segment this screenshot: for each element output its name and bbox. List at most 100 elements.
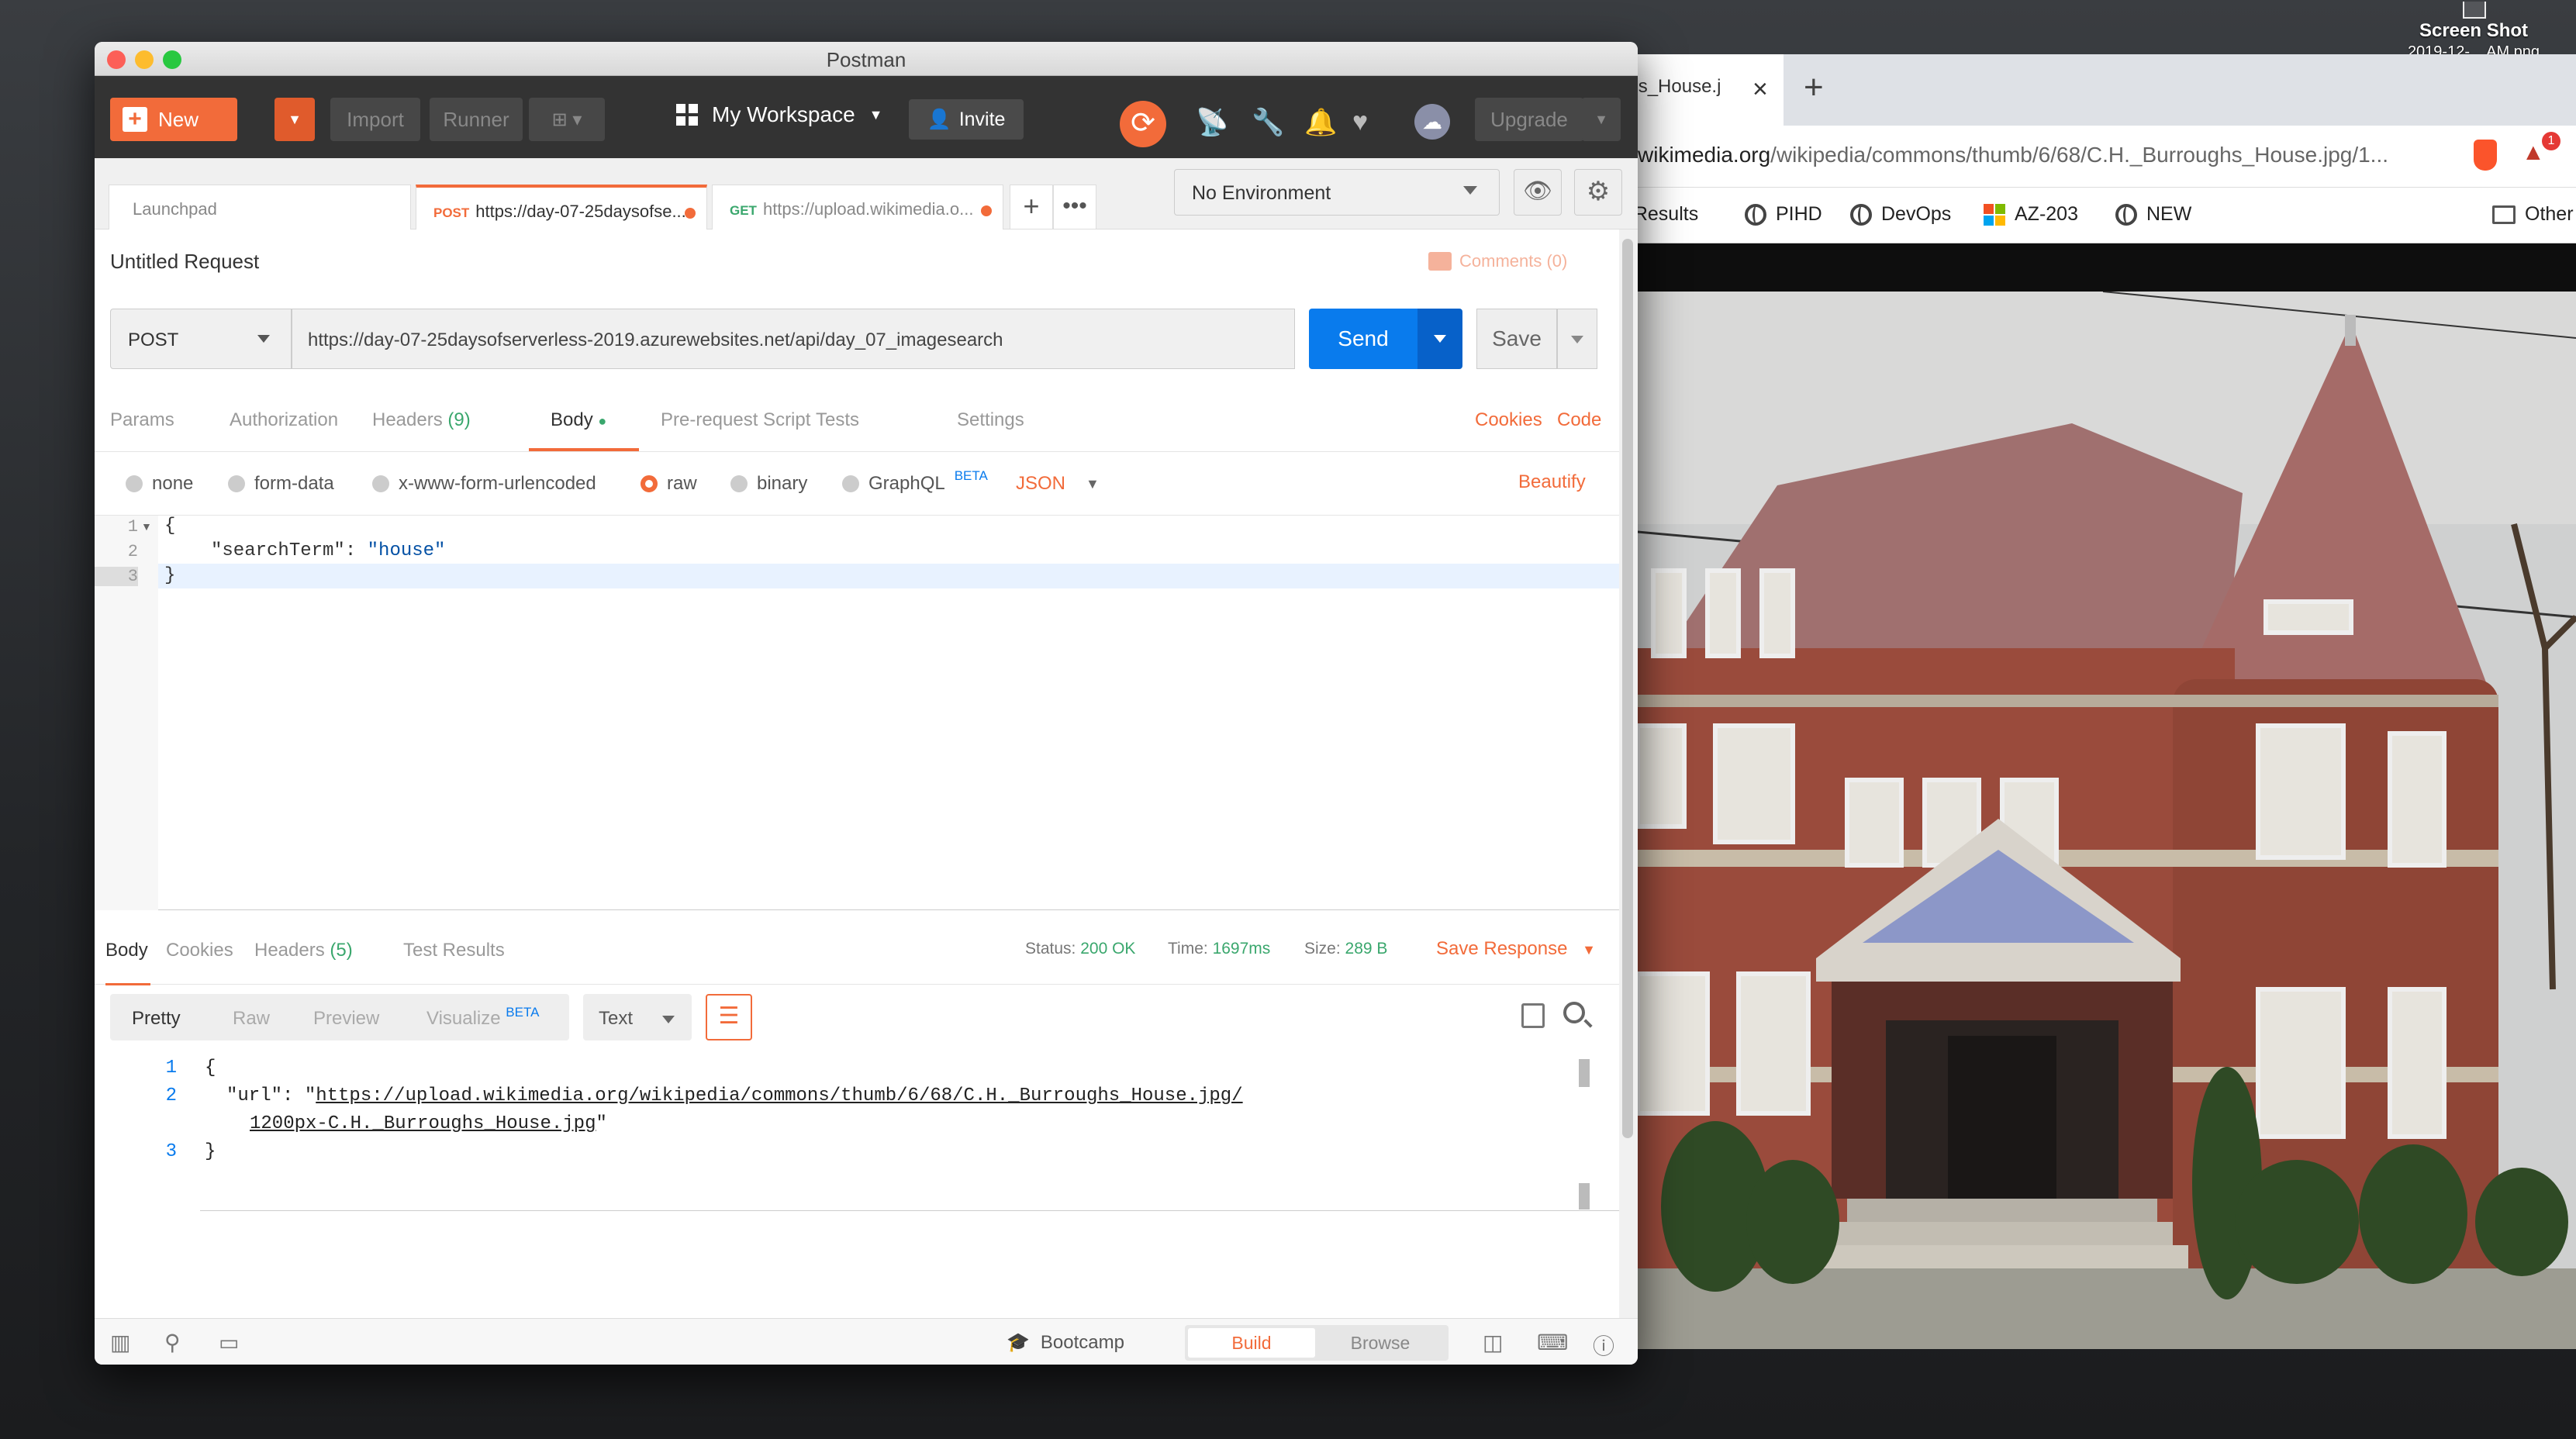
response-tab-test-results[interactable]: Test Results bbox=[403, 940, 505, 961]
upgrade-button[interactable]: Upgrade bbox=[1475, 98, 1583, 141]
wrench-icon[interactable]: 🔧 bbox=[1252, 107, 1284, 138]
save-response-button[interactable]: Save Response ▼ bbox=[1436, 938, 1596, 960]
bootcamp-button[interactable]: 🎓 Bootcamp bbox=[1007, 1331, 1124, 1354]
save-dropdown-button[interactable] bbox=[1557, 309, 1597, 369]
view-preview[interactable]: Preview bbox=[313, 1008, 379, 1030]
more-tabs-icon[interactable]: ••• bbox=[1053, 185, 1096, 229]
close-icon[interactable]: × bbox=[1752, 74, 1768, 105]
comment-icon bbox=[1428, 252, 1452, 271]
bookmark-az203[interactable]: AZ-203 bbox=[1984, 203, 2078, 226]
import-button[interactable]: Import bbox=[330, 98, 420, 141]
code-link[interactable]: Code bbox=[1557, 409, 1601, 431]
body-type-raw[interactable]: raw bbox=[641, 473, 697, 495]
tab-headers-label: Headers bbox=[372, 409, 443, 430]
request-body-editor[interactable]: 1 2 3 ▼ { "searchTerm": "house" } bbox=[95, 515, 1619, 911]
scrollbar[interactable] bbox=[1579, 1059, 1590, 1087]
view-visualize[interactable]: Visualize BETA bbox=[426, 1005, 539, 1030]
plus-icon: + bbox=[123, 106, 147, 132]
body-type-graphql[interactable]: GraphQL BETA bbox=[842, 468, 988, 495]
bookmark-label: PIHD bbox=[1776, 203, 1822, 225]
tab-get-request[interactable]: GET https://upload.wikimedia.o... bbox=[712, 185, 1003, 229]
bookmark-label: NEW bbox=[2146, 203, 2192, 225]
save-button[interactable]: Save bbox=[1476, 309, 1557, 369]
tab-prerequest-script[interactable]: Pre-request Script bbox=[661, 409, 810, 431]
response-size: Size: 289 B bbox=[1304, 940, 1387, 958]
invite-button[interactable]: 👤 Invite bbox=[909, 99, 1024, 140]
chevron-down-icon bbox=[257, 335, 270, 343]
upgrade-dropdown-button[interactable]: ▼ bbox=[1582, 98, 1621, 141]
send-dropdown-button[interactable] bbox=[1417, 309, 1462, 369]
body-type-none[interactable]: none bbox=[126, 473, 193, 495]
tab-tests[interactable]: Tests bbox=[816, 409, 859, 431]
gear-icon[interactable]: ⚙ bbox=[1574, 169, 1622, 216]
sync-icon[interactable]: ⟳ bbox=[1120, 101, 1166, 147]
avatar[interactable]: ☁ bbox=[1414, 104, 1450, 140]
build-mode-button[interactable]: Build bbox=[1188, 1328, 1315, 1358]
body-type-urlencoded[interactable]: x-www-form-urlencoded bbox=[372, 473, 596, 495]
new-window-button[interactable]: ⊞ ▾ bbox=[529, 98, 605, 141]
comments-button[interactable]: Comments (0) bbox=[1428, 251, 1567, 271]
scrollbar[interactable] bbox=[1579, 1183, 1590, 1210]
workspace-selector[interactable]: My Workspace ▼ bbox=[676, 102, 882, 127]
browse-mode-button[interactable]: Browse bbox=[1317, 1328, 1444, 1358]
json-key: "url": " bbox=[226, 1085, 316, 1106]
view-raw[interactable]: Raw bbox=[233, 1008, 270, 1030]
find-icon[interactable]: ⚲ bbox=[164, 1330, 181, 1355]
bookmark-new[interactable]: NEW bbox=[2115, 203, 2191, 226]
response-url-link-cont[interactable]: 1200px-C.H._Burroughs_House.jpg bbox=[250, 1113, 596, 1134]
body-format-select[interactable]: JSON ▼ bbox=[1016, 473, 1100, 495]
bell-icon[interactable]: 🔔 bbox=[1304, 107, 1337, 138]
address-url[interactable]: wikimedia.org/wikipedia/commons/thumb/6/… bbox=[1638, 143, 2388, 167]
address-bar[interactable]: wikimedia.org/wikipedia/commons/thumb/6/… bbox=[1613, 126, 2576, 188]
response-url-link[interactable]: https://upload.wikimedia.org/wikipedia/c… bbox=[316, 1085, 1242, 1106]
tab-body[interactable]: Body ● bbox=[551, 409, 606, 431]
beautify-link[interactable]: Beautify bbox=[1518, 471, 1586, 493]
keyboard-icon[interactable]: ⌨ bbox=[1537, 1330, 1568, 1355]
new-dropdown-button[interactable]: ▼ bbox=[275, 98, 315, 141]
new-button[interactable]: + New bbox=[110, 98, 237, 141]
two-pane-icon[interactable]: ◫ bbox=[1483, 1330, 1503, 1355]
copy-icon[interactable] bbox=[1521, 1003, 1545, 1028]
scrollbar-thumb[interactable] bbox=[1622, 239, 1633, 1138]
cookies-link[interactable]: Cookies bbox=[1475, 409, 1542, 431]
url-host: wikimedia.org bbox=[1638, 143, 1771, 167]
body-type-form-data[interactable]: form-data bbox=[228, 473, 334, 495]
tab-headers[interactable]: Headers (9) bbox=[372, 409, 471, 431]
sidebar-toggle-icon[interactable]: ▥ bbox=[110, 1330, 130, 1355]
view-pretty[interactable]: Pretty bbox=[132, 1008, 181, 1030]
tab-settings[interactable]: Settings bbox=[957, 409, 1024, 431]
satellite-icon[interactable]: 📡 bbox=[1196, 107, 1228, 138]
bookmark-devops[interactable]: DevOps bbox=[1850, 203, 1951, 226]
add-tab-button[interactable]: + bbox=[1010, 185, 1053, 229]
bookmark-other[interactable]: Other bbox=[2492, 203, 2574, 226]
fold-chevron-icon[interactable]: ▼ bbox=[141, 520, 152, 533]
response-tab-headers[interactable]: Headers (5) bbox=[254, 940, 353, 961]
bookmark-pihd[interactable]: PIHD bbox=[1745, 203, 1822, 226]
tab-params[interactable]: Params bbox=[110, 409, 174, 431]
tab-authorization[interactable]: Authorization bbox=[230, 409, 338, 431]
tab-post-request[interactable]: POST https://day-07-25daysofse... bbox=[416, 185, 707, 229]
environment-select[interactable]: No Environment bbox=[1174, 169, 1500, 216]
radio-label: none bbox=[152, 473, 194, 494]
invite-label: Invite bbox=[958, 108, 1006, 130]
new-tab-icon[interactable]: + bbox=[1804, 68, 1824, 107]
eye-icon[interactable]: 👁 bbox=[1514, 169, 1562, 216]
search-icon[interactable] bbox=[1563, 1002, 1585, 1023]
heart-icon[interactable]: ♥ bbox=[1352, 107, 1368, 137]
radio-selected-icon bbox=[641, 475, 658, 492]
response-tab-body[interactable]: Body bbox=[105, 940, 148, 961]
help-icon[interactable]: ⓘ bbox=[1593, 1330, 1614, 1361]
desktop-file-icon[interactable] bbox=[2463, 2, 2486, 19]
request-name[interactable]: Untitled Request bbox=[110, 250, 259, 274]
send-button[interactable]: Send bbox=[1309, 309, 1417, 369]
brave-shield-icon[interactable] bbox=[2474, 140, 2497, 171]
body-type-binary[interactable]: binary bbox=[730, 473, 807, 495]
runner-button[interactable]: Runner bbox=[430, 98, 523, 141]
response-tab-cookies[interactable]: Cookies bbox=[166, 940, 233, 961]
chevron-down-icon bbox=[1463, 186, 1477, 195]
tab-launchpad[interactable]: Launchpad bbox=[109, 185, 411, 229]
url-input[interactable]: https://day-07-25daysofserverless-2019.a… bbox=[292, 309, 1295, 369]
response-format-select[interactable]: Text bbox=[583, 994, 692, 1040]
wrap-lines-icon[interactable]: ☰ bbox=[706, 994, 752, 1040]
console-icon[interactable]: ▭ bbox=[219, 1330, 239, 1355]
